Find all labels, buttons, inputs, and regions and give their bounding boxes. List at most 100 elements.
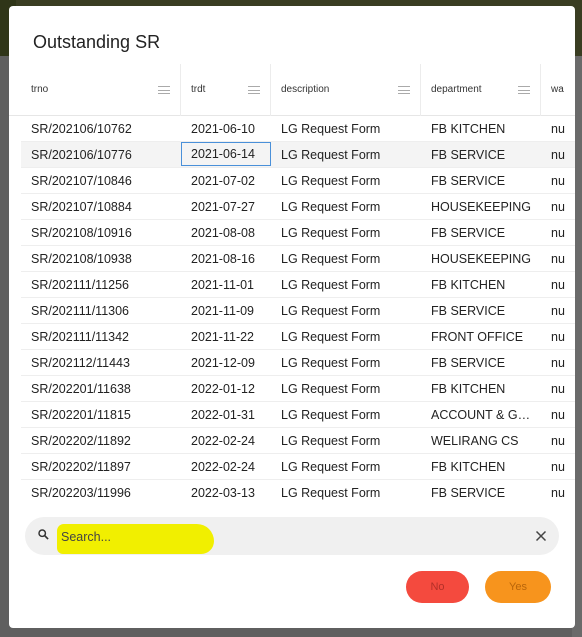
cell-department[interactable]: FRONT OFFICE [421, 324, 539, 350]
cell-trno[interactable]: SR/202201/11815 [31, 402, 181, 428]
cell-department[interactable]: FB SERVICE [421, 480, 539, 504]
cell-department[interactable]: FB KITCHEN [421, 376, 539, 402]
table-row[interactable]: SR/202111/11342 2021-11-22 LG Request Form… [21, 324, 575, 350]
table-row[interactable]: SR/202111/11256 2021-11-01 LG Request Form… [21, 272, 575, 298]
cell-trdt[interactable]: 2021-07-27 [181, 194, 271, 220]
cell-trdt[interactable]: 2021-11-01 [181, 272, 271, 298]
column-menu-icon[interactable] [158, 86, 170, 94]
cell-trdt[interactable]: 2021-08-16 [181, 246, 271, 272]
table-row[interactable]: SR/202203/11996 2022-03-13 LG Request Form… [21, 480, 575, 504]
cell-trno[interactable]: SR/202111/11256 [31, 272, 181, 298]
table-row[interactable]: SR/202202/11897 2022-02-24 LG Request Form… [21, 454, 575, 480]
cell-description[interactable]: LG Request Form [271, 116, 421, 142]
cell-trno[interactable]: SR/202202/11892 [31, 428, 181, 454]
cell-description[interactable]: LG Request Form [271, 324, 421, 350]
cell-trno[interactable]: SR/202108/10916 [31, 220, 181, 246]
cell-trdt[interactable]: 2021-11-09 [181, 298, 271, 324]
cell-wa[interactable]: nu [541, 194, 575, 220]
table-row[interactable]: SR/202106/10776 2021-06-14 LG Request Form… [21, 142, 575, 168]
column-menu-icon[interactable] [248, 86, 260, 94]
cell-wa[interactable]: nu [541, 324, 575, 350]
table-row[interactable]: SR/202112/11443 2021-12-09 LG Request Form… [21, 350, 575, 376]
cell-trdt[interactable]: 2022-01-12 [181, 376, 271, 402]
cell-wa[interactable]: nu [541, 142, 575, 168]
cell-trdt[interactable]: 2021-12-09 [181, 350, 271, 376]
cell-trdt[interactable]: 2021-07-02 [181, 168, 271, 194]
cell-description[interactable]: LG Request Form [271, 454, 421, 480]
cell-trno[interactable]: SR/202201/11638 [31, 376, 181, 402]
yes-button[interactable]: Yes [485, 571, 551, 603]
column-header-description[interactable]: description [271, 64, 421, 116]
cell-department[interactable]: HOUSEKEEPING [421, 194, 539, 220]
table-row[interactable]: SR/202201/11815 2022-01-31 LG Request Form… [21, 402, 575, 428]
cell-department[interactable]: FB KITCHEN [421, 454, 539, 480]
cell-description[interactable]: LG Request Form [271, 350, 421, 376]
cell-trno[interactable]: SR/202106/10762 [31, 116, 181, 142]
cell-description[interactable]: LG Request Form [271, 142, 421, 168]
cell-trdt[interactable]: 2022-01-31 [181, 402, 271, 428]
table-row[interactable]: SR/202202/11892 2022-02-24 LG Request Form… [21, 428, 575, 454]
cell-trno[interactable]: SR/202203/11996 [31, 480, 181, 504]
search-input[interactable] [61, 525, 501, 549]
close-icon[interactable] [535, 530, 547, 542]
cell-wa[interactable]: nu [541, 402, 575, 428]
cell-description[interactable]: LG Request Form [271, 428, 421, 454]
cell-description[interactable]: LG Request Form [271, 194, 421, 220]
cell-description[interactable]: LG Request Form [271, 376, 421, 402]
cell-trno[interactable]: SR/202111/11342 [31, 324, 181, 350]
cell-department[interactable]: ACCOUNT & G… [421, 402, 539, 428]
cell-wa[interactable]: nu [541, 376, 575, 402]
cell-trno[interactable]: SR/202107/10846 [31, 168, 181, 194]
column-menu-icon[interactable] [398, 86, 410, 94]
cell-wa[interactable]: nu [541, 246, 575, 272]
cell-department[interactable]: FB SERVICE [421, 168, 539, 194]
cell-wa[interactable]: nu [541, 298, 575, 324]
search-bar[interactable] [25, 517, 559, 555]
table-row[interactable]: SR/202107/10884 2021-07-27 LG Request Form… [21, 194, 575, 220]
cell-wa[interactable]: nu [541, 454, 575, 480]
cell-department[interactable]: FB SERVICE [421, 142, 539, 168]
cell-description[interactable]: LG Request Form [271, 220, 421, 246]
cell-wa[interactable]: nu [541, 220, 575, 246]
cell-trno[interactable]: SR/202106/10776 [31, 142, 181, 168]
cell-wa[interactable]: nu [541, 428, 575, 454]
column-menu-icon[interactable] [518, 86, 530, 94]
cell-department[interactable]: FB KITCHEN [421, 272, 539, 298]
table-row[interactable]: SR/202108/10938 2021-08-16 LG Request Form… [21, 246, 575, 272]
cell-trdt[interactable]: 2021-06-14 [181, 142, 271, 166]
cell-description[interactable]: LG Request Form [271, 272, 421, 298]
column-header-department[interactable]: department [421, 64, 541, 116]
cell-trno[interactable]: SR/202202/11897 [31, 454, 181, 480]
cell-department[interactable]: FB SERVICE [421, 298, 539, 324]
table-row[interactable]: SR/202111/11306 2021-11-09 LG Request Form… [21, 298, 575, 324]
cell-trdt[interactable]: 2021-06-10 [181, 116, 271, 142]
cell-trdt[interactable]: 2021-11-22 [181, 324, 271, 350]
cell-wa[interactable]: nu [541, 168, 575, 194]
cell-trno[interactable]: SR/202112/11443 [31, 350, 181, 376]
column-header-trdt[interactable]: trdt [181, 64, 271, 116]
column-header-trno[interactable]: trno [21, 64, 181, 116]
cell-description[interactable]: LG Request Form [271, 246, 421, 272]
cell-wa[interactable]: nu [541, 480, 575, 504]
table-row[interactable]: SR/202106/10762 2021-06-10 LG Request Form… [21, 116, 575, 142]
cell-description[interactable]: LG Request Form [271, 402, 421, 428]
table-row[interactable]: SR/202108/10916 2021-08-08 LG Request Form… [21, 220, 575, 246]
cell-department[interactable]: FB SERVICE [421, 220, 539, 246]
cell-trdt[interactable]: 2022-03-13 [181, 480, 271, 504]
table-row[interactable]: SR/202107/10846 2021-07-02 LG Request Form… [21, 168, 575, 194]
cell-trno[interactable]: SR/202107/10884 [31, 194, 181, 220]
cell-wa[interactable]: nu [541, 116, 575, 142]
cell-wa[interactable]: nu [541, 350, 575, 376]
cell-trdt[interactable]: 2021-08-08 [181, 220, 271, 246]
cell-description[interactable]: LG Request Form [271, 168, 421, 194]
cell-description[interactable]: LG Request Form [271, 480, 421, 504]
cell-trdt[interactable]: 2022-02-24 [181, 428, 271, 454]
cell-department[interactable]: FB SERVICE [421, 350, 539, 376]
cell-department[interactable]: WELIRANG CS [421, 428, 539, 454]
column-header-wa[interactable]: wa [541, 64, 575, 116]
cell-trno[interactable]: SR/202108/10938 [31, 246, 181, 272]
table-row[interactable]: SR/202201/11638 2022-01-12 LG Request Form… [21, 376, 575, 402]
cell-department[interactable]: HOUSEKEEPING [421, 246, 539, 272]
cell-description[interactable]: LG Request Form [271, 298, 421, 324]
cell-trno[interactable]: SR/202111/11306 [31, 298, 181, 324]
